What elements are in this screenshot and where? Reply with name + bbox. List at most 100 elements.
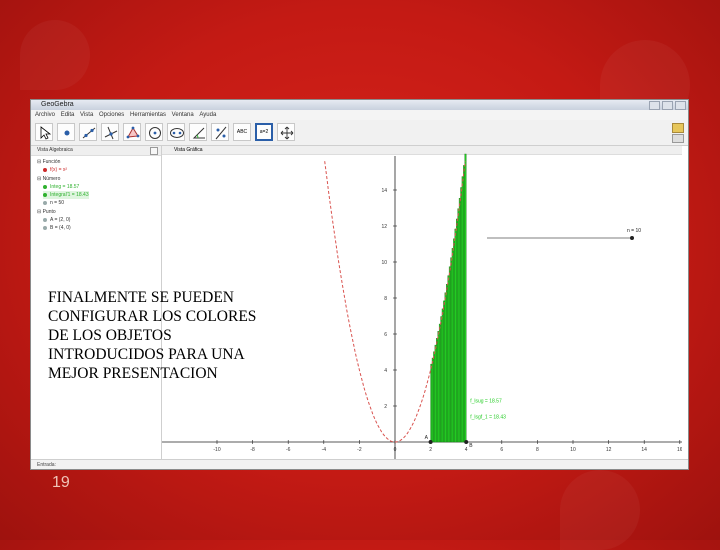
visibility-dot-icon[interactable]	[43, 192, 47, 197]
algebra-item[interactable]: n = 50	[43, 199, 64, 207]
algebra-item-text: Integ = 18.57	[50, 184, 80, 190]
point-b	[464, 440, 469, 444]
circle-tool-button[interactable]	[145, 123, 163, 141]
reflect-icon	[215, 126, 227, 140]
y-tick-label: 14	[381, 188, 387, 194]
polygon-icon	[126, 126, 140, 139]
x-tick-label: 14	[641, 447, 647, 453]
riemann-bar	[451, 248, 454, 443]
line-tool-button[interactable]	[79, 123, 97, 141]
angle-tool-button[interactable]	[189, 123, 207, 141]
polygon-tool-button[interactable]	[123, 123, 141, 141]
perpendicular-icon	[104, 126, 118, 140]
window-title: GeoGebra	[41, 101, 74, 108]
riemann-bar	[430, 363, 433, 443]
riemann-bar	[456, 218, 458, 443]
input-bar[interactable]: Entrada:	[31, 459, 688, 469]
riemann-bar	[440, 316, 443, 443]
visibility-dot-icon[interactable]	[43, 225, 47, 230]
riemann-bar	[443, 300, 446, 443]
menu-opciones[interactable]: Opciones	[99, 112, 124, 118]
riemann-bar	[433, 351, 436, 443]
riemann-bar	[446, 284, 448, 443]
move-tool-button[interactable]	[35, 123, 53, 141]
group-numero[interactable]: ⊟ Número	[37, 175, 60, 183]
menu-archivo[interactable]: Archivo	[35, 112, 55, 118]
visibility-dot-icon[interactable]	[43, 200, 47, 205]
algebra-item-text: f(x) = x²	[50, 167, 68, 173]
riemann-bar	[437, 331, 440, 443]
ellipse-tool-button[interactable]	[167, 123, 185, 141]
integral-upper-label: f_lsug = 18.57	[470, 398, 502, 404]
x-tick-label: 16	[677, 447, 682, 453]
text-tool-button[interactable]: ABC	[233, 123, 251, 141]
x-tick-label: 10	[570, 447, 576, 453]
title-bar: GeoGebra	[31, 100, 688, 110]
riemann-bar	[438, 323, 441, 443]
group-label: Punto	[42, 209, 56, 215]
point-tool-button[interactable]	[57, 123, 75, 141]
undo-icon[interactable]	[672, 123, 684, 133]
slider-tool-label: a=2	[259, 129, 269, 135]
y-tick-label: 12	[381, 224, 387, 230]
menu-edita[interactable]: Edita	[61, 112, 75, 118]
close-button[interactable]	[675, 101, 686, 110]
x-tick-label: 6	[500, 447, 503, 453]
toolbar: ABC a=2	[31, 120, 688, 146]
algebra-item-text: n = 50	[50, 200, 65, 206]
riemann-bar	[463, 165, 465, 443]
cursor-icon	[40, 126, 52, 140]
menu-ayuda[interactable]: Ayuda	[199, 112, 216, 118]
algebra-view-title: Vista Algebraica	[37, 147, 73, 153]
point-b-label: B	[469, 443, 473, 449]
menu-ventana[interactable]: Ventana	[172, 112, 194, 118]
slide-caption: FINALMENTE SE PUEDEN CONFIGURAR LOS COLO…	[48, 289, 257, 382]
maximize-button[interactable]	[662, 101, 673, 110]
riemann-bar	[434, 344, 437, 443]
move-view-tool-button[interactable]	[277, 123, 295, 141]
group-punto[interactable]: ⊟ Punto	[37, 208, 56, 216]
minimize-button[interactable]	[649, 101, 660, 110]
riemann-bar	[460, 187, 463, 443]
x-tick-label: 2	[429, 447, 432, 453]
slide-number: 19	[52, 474, 70, 491]
close-view-icon[interactable]	[150, 147, 158, 155]
input-label: Entrada:	[37, 462, 56, 468]
reflect-tool-button[interactable]	[211, 123, 229, 141]
x-tick-label: 8	[536, 447, 539, 453]
x-tick-label: 0	[394, 447, 397, 453]
point-a-label: A	[425, 435, 429, 441]
x-tick-label: -4	[322, 447, 327, 453]
visibility-dot-icon[interactable]	[43, 217, 47, 222]
riemann-bar	[431, 357, 434, 443]
perpendicular-tool-button[interactable]	[101, 123, 119, 141]
menu-bar: Archivo Edita Vista Opciones Herramienta…	[31, 110, 688, 120]
algebra-item[interactable]: A = (2, 0)	[43, 216, 70, 224]
algebra-item[interactable]: Integ = 18.57	[43, 183, 79, 191]
algebra-item[interactable]: Integral'1 = 18.43	[43, 191, 89, 199]
menu-vista[interactable]: Vista	[80, 112, 93, 118]
riemann-bar	[461, 176, 464, 443]
riemann-bar	[453, 238, 456, 443]
visibility-dot-icon[interactable]	[43, 184, 47, 189]
algebra-item[interactable]: f(x) = x²	[43, 166, 67, 174]
algebra-item[interactable]: B = (4, 0)	[43, 224, 71, 232]
integral-lower-label: f_lsgf_1 = 18.43	[470, 415, 506, 421]
menu-herramientas[interactable]: Herramientas	[130, 112, 166, 118]
riemann-bar	[454, 228, 457, 443]
geogebra-window: GeoGebra Archivo Edita Vista Opciones He…	[30, 99, 689, 470]
riemann-bar	[436, 338, 438, 443]
slider-tool-button[interactable]: a=2	[255, 123, 273, 141]
point-a	[428, 440, 433, 444]
riemann-bar	[444, 292, 447, 443]
slider-handle[interactable]	[630, 236, 634, 240]
y-tick-label: 8	[384, 296, 387, 302]
group-label: Función	[42, 159, 61, 165]
slider-label: n = 10	[627, 228, 641, 234]
background-leaf	[20, 20, 90, 90]
x-tick-label: 12	[606, 447, 612, 453]
riemann-bar	[448, 266, 451, 443]
group-funcion[interactable]: ⊟ Función	[37, 158, 60, 166]
settings-icon[interactable]	[672, 134, 684, 143]
visibility-dot-icon[interactable]	[43, 167, 47, 172]
